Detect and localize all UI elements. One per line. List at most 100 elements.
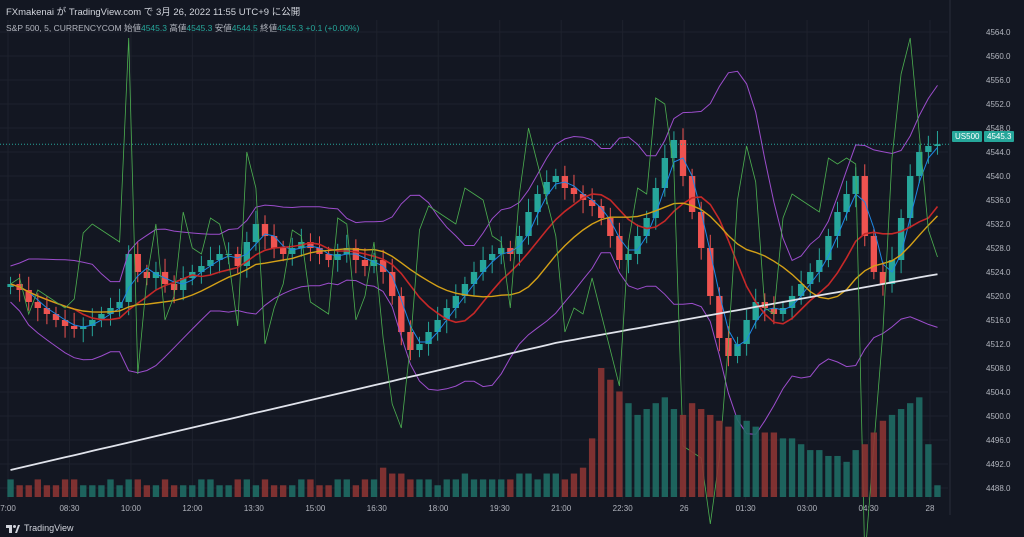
x-tick-label: 18:00: [428, 504, 449, 513]
volume-bar: [752, 426, 759, 497]
high-value: 4545.3: [186, 23, 213, 33]
y-tick-label: 4516.0: [986, 316, 1011, 325]
candle-body: [552, 176, 559, 182]
volume-bar: [916, 397, 923, 497]
volume-bar: [707, 414, 714, 497]
volume-bar: [407, 479, 414, 497]
y-tick-label: 4556.0: [986, 76, 1011, 85]
open-value: 4545.3: [140, 23, 167, 33]
candle-body: [861, 176, 868, 236]
volume-bar: [634, 414, 641, 497]
volume-bar: [598, 368, 605, 497]
volume-bar: [670, 409, 678, 497]
volume-bar: [25, 485, 32, 497]
x-tick-label: 26: [680, 504, 689, 513]
y-tick-label: 4560.0: [986, 52, 1011, 61]
close-value: 4545.3: [277, 23, 304, 33]
volume-bar: [688, 403, 696, 497]
volume-bar: [143, 485, 151, 497]
volume-bar: [779, 438, 787, 497]
volume-bar: [698, 409, 705, 497]
volume-bar: [198, 479, 205, 497]
volume-bar: [61, 479, 69, 497]
x-tick-label: 16:30: [367, 504, 388, 513]
candle-body: [434, 320, 441, 332]
volume-bar: [607, 379, 614, 497]
candle-body: [707, 248, 714, 296]
volume-bar: [80, 485, 87, 497]
volume-bar: [261, 479, 269, 497]
volume-bar: [616, 391, 623, 497]
volume-bar: [98, 485, 105, 497]
y-tick-label: 4488.0: [986, 484, 1011, 493]
candle-body: [170, 284, 178, 290]
y-tick-label: 4492.0: [986, 460, 1011, 469]
volume-bar: [361, 479, 369, 497]
candle-body: [816, 260, 823, 272]
volume-bar: [897, 409, 905, 497]
volume-bar: [734, 414, 741, 497]
volume-bar: [543, 473, 550, 497]
volume-bar: [588, 438, 596, 497]
volume-bar: [716, 420, 723, 497]
volume-bar: [234, 479, 241, 497]
y-tick-label: 4508.0: [986, 364, 1011, 373]
volume-bar: [452, 479, 460, 497]
chart-area[interactable]: 4564.0 4560.0 4556.0 4552.0 4548.0 4544.0 4540…: [0, 0, 1024, 537]
volume-bar: [552, 473, 559, 497]
volume-bar: [379, 467, 387, 497]
tradingview-brand[interactable]: TradingView: [6, 523, 74, 533]
volume-bar: [516, 473, 523, 497]
x-tick-label: 19:30: [490, 504, 511, 513]
volume-bar: [116, 485, 123, 497]
brand-label: TradingView: [24, 523, 74, 533]
candle-body: [625, 254, 632, 260]
volume-bar: [652, 403, 659, 497]
candle-body: [70, 326, 78, 329]
open-label: 始値: [123, 23, 141, 33]
candle-body: [525, 212, 532, 236]
candle-body: [488, 254, 496, 260]
volume-bar: [816, 450, 823, 497]
volume-bar: [861, 444, 868, 497]
price-chart[interactable]: 4564.04560.04556.04552.04548.04544.04540…: [0, 0, 1024, 537]
volume-bar: [425, 479, 432, 497]
volume-bar: [170, 485, 178, 497]
y-tick-label: 4564.0: [986, 28, 1011, 37]
x-tick-label: 08:30: [59, 504, 80, 513]
candle-body: [334, 254, 341, 260]
close-label: 終値: [260, 23, 278, 33]
candle-body: [907, 176, 914, 218]
candle-body: [452, 296, 460, 308]
x-tick-label: 12:00: [182, 504, 203, 513]
volume-bar: [461, 473, 469, 497]
y-tick-label: 4512.0: [986, 340, 1011, 349]
volume-bar: [225, 485, 232, 497]
candle-body: [925, 146, 932, 152]
candle-body: [34, 302, 41, 308]
volume-bar: [307, 479, 314, 497]
x-tick-label: 10:00: [121, 504, 142, 513]
candle-body: [570, 188, 578, 194]
volume-bar: [561, 479, 569, 497]
volume-bar: [34, 479, 41, 497]
y-tick-label: 4500.0: [986, 412, 1011, 421]
volume-bar: [189, 485, 196, 497]
volume-bar: [152, 485, 160, 497]
volume-bar: [398, 473, 405, 497]
volume-bar: [488, 479, 496, 497]
low-value: 4544.5: [231, 23, 258, 33]
volume-bar: [507, 479, 514, 497]
volume-bar: [797, 444, 805, 497]
volume-bar: [316, 485, 323, 497]
volume-bar: [807, 450, 814, 497]
y-tick-label: 4552.0: [986, 100, 1011, 109]
volume-bar: [352, 485, 360, 497]
candle-body: [588, 200, 596, 206]
volume-bar: [770, 432, 778, 497]
x-tick-label: 21:00: [551, 504, 572, 513]
volume-bar: [479, 479, 487, 497]
volume-bar: [570, 473, 578, 497]
volume-bar: [134, 479, 141, 497]
volume-bar: [852, 450, 859, 497]
